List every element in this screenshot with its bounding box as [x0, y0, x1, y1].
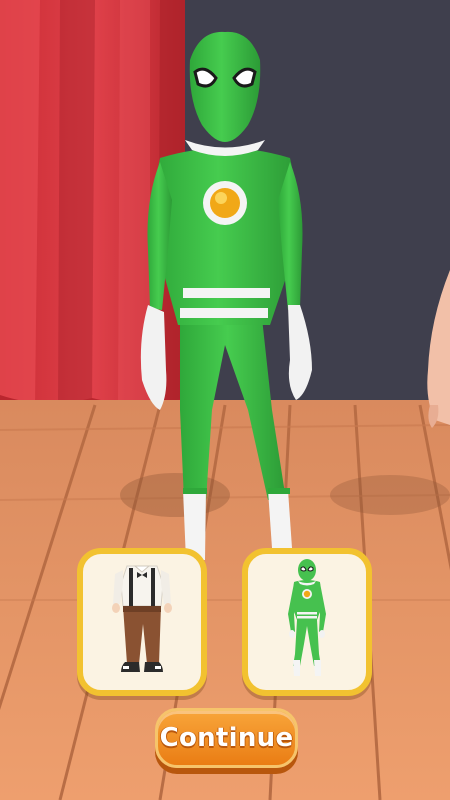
green-hero-suit-icon [288, 559, 326, 676]
outfit-choice-green-hero[interactable] [242, 548, 372, 696]
suspender-outfit-icon [112, 565, 172, 672]
stage-scene [0, 0, 450, 800]
continue-button[interactable]: Continue [155, 708, 298, 768]
continue-button-label: Continue [159, 723, 294, 753]
outfit-choice-vintage[interactable] [77, 548, 207, 696]
